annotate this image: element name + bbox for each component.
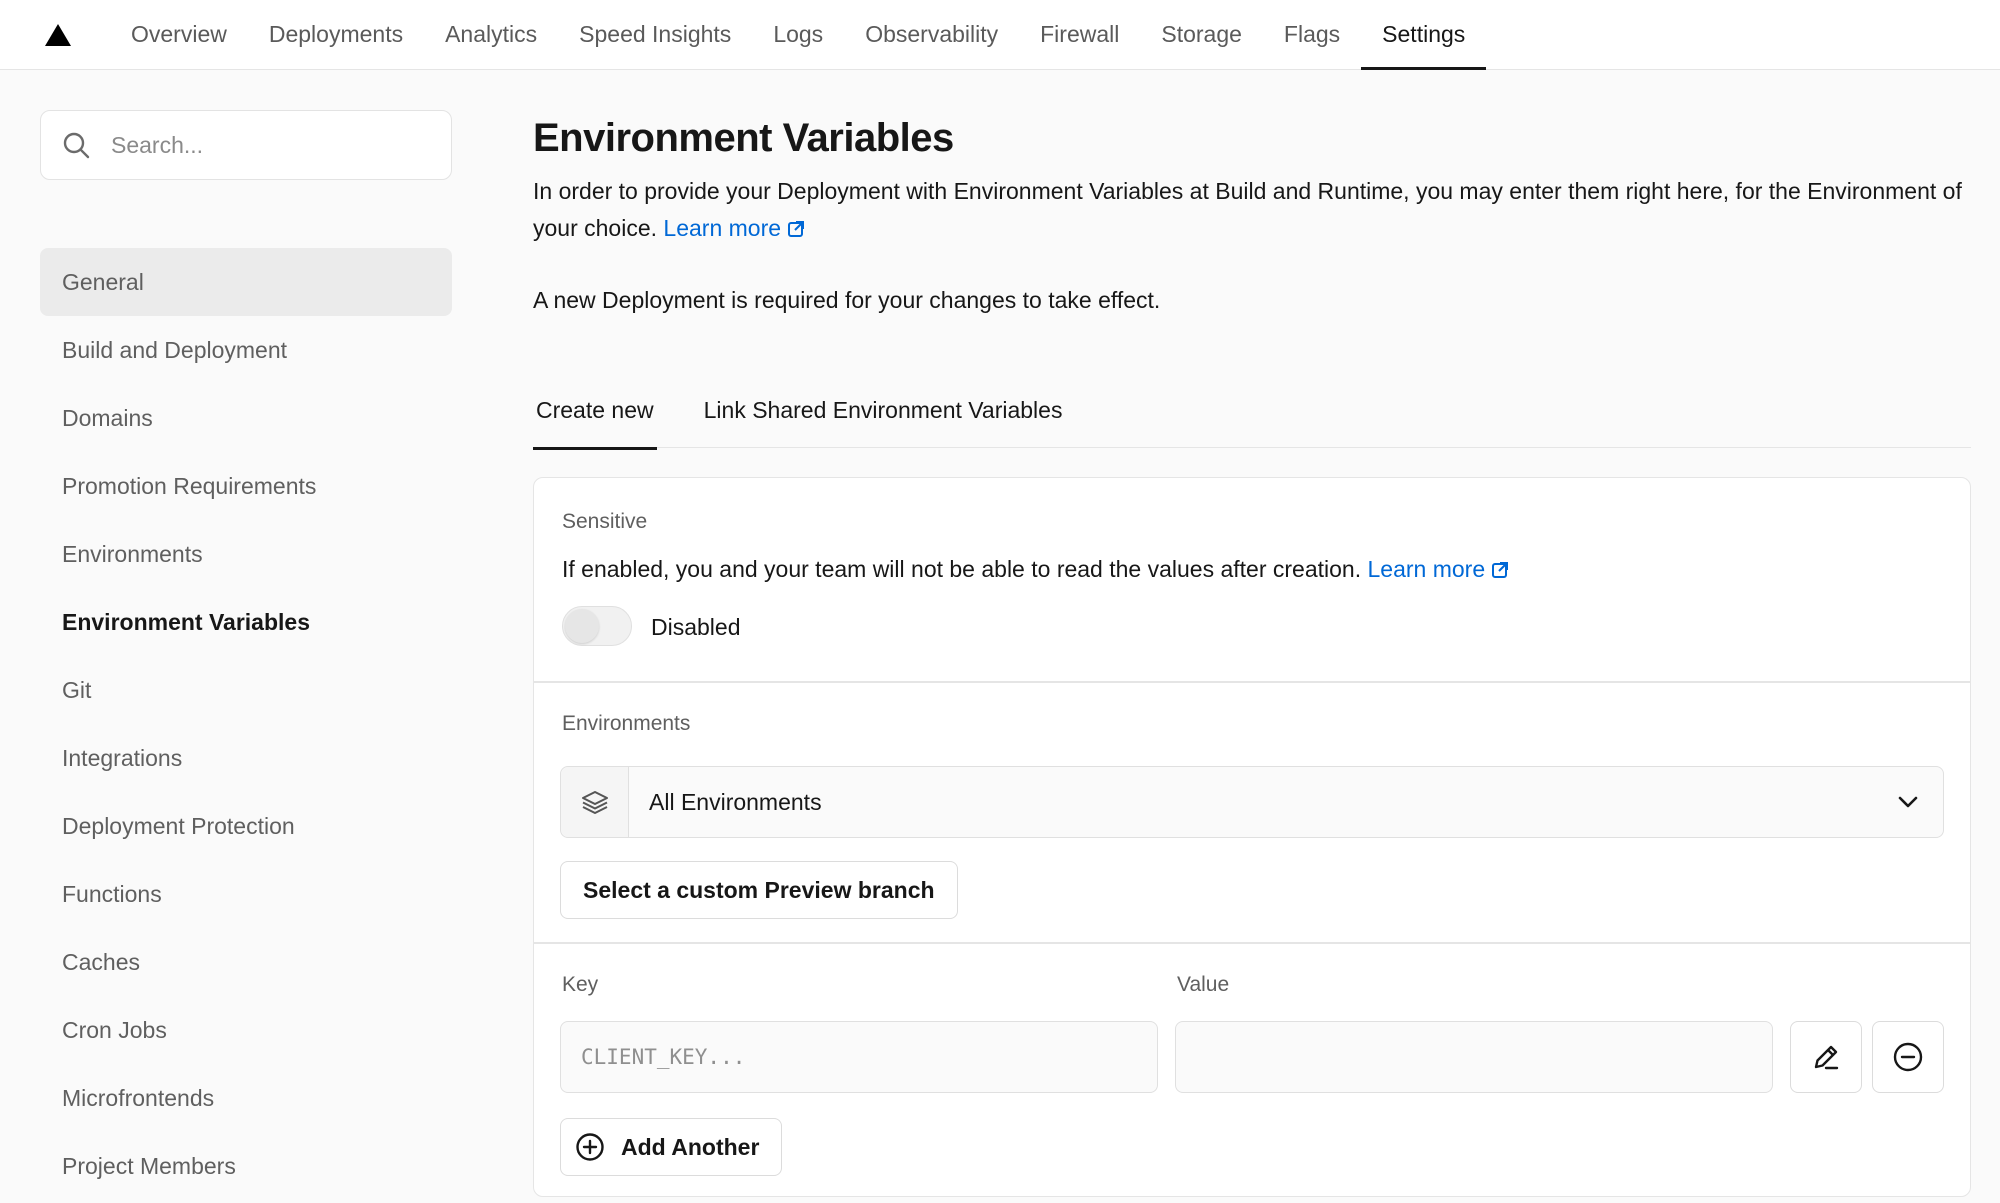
deployment-note: A new Deployment is required for your ch… <box>533 287 1161 313</box>
environments-label: Environments <box>562 712 691 735</box>
search-icon <box>63 132 90 159</box>
value-input[interactable] <box>1196 1043 1772 1071</box>
sensitive-text: If enabled, you and your team will not b… <box>562 556 1362 582</box>
sensitive-toggle-label: Disabled <box>651 614 741 640</box>
value-label: Value <box>1177 973 1230 996</box>
nav-tab-settings[interactable]: Settings <box>1361 0 1487 70</box>
create-env-var-card: Sensitive If enabled, you and your team … <box>533 477 1971 1197</box>
tab-create-new[interactable]: Create new <box>533 372 657 450</box>
add-another-label: Add Another <box>621 1133 760 1160</box>
nav-tab-flags[interactable]: Flags <box>1263 0 1361 69</box>
chevron-down-icon <box>1898 796 1918 808</box>
pencil-icon <box>1814 1045 1839 1070</box>
sensitive-learn-more-link[interactable]: Learn more <box>1368 556 1510 582</box>
sidebar-item-integrations[interactable]: Integrations <box>40 724 452 792</box>
sidebar-menu: General Build and Deployment Domains Pro… <box>40 248 452 1200</box>
environments-selected-value: All Environments <box>649 788 822 815</box>
sensitive-learn-more-label: Learn more <box>1367 556 1486 582</box>
key-value-section: Key Value CLIENT_KEY... Add Another <box>534 943 1970 1203</box>
search-input[interactable] <box>111 131 411 159</box>
sensitive-section: Sensitive If enabled, you and your team … <box>534 478 1970 681</box>
nav-tab-firewall[interactable]: Firewall <box>1019 0 1140 69</box>
sensitive-label: Sensitive <box>562 510 648 533</box>
external-link-icon <box>788 221 805 237</box>
learn-more-link[interactable]: Learn more <box>663 215 805 241</box>
sidebar-item-deployment-protection[interactable]: Deployment Protection <box>40 792 452 860</box>
search-box[interactable] <box>40 110 452 180</box>
top-navigation: Overview Deployments Analytics Speed Ins… <box>0 0 2000 70</box>
logo[interactable] <box>0 0 110 69</box>
learn-more-label: Learn more <box>663 215 782 241</box>
select-lead <box>561 767 629 837</box>
key-label: Key <box>562 973 599 996</box>
sensitive-toggle[interactable] <box>562 606 632 646</box>
page-description: In order to provide your Deployment with… <box>533 173 1973 247</box>
sensitive-description: If enabled, you and your team will not b… <box>562 556 1509 583</box>
sidebar-item-functions[interactable]: Functions <box>40 860 452 928</box>
tab-link-shared[interactable]: Link Shared Environment Variables <box>701 372 1066 448</box>
env-var-tabs: Create new Link Shared Environment Varia… <box>533 372 1971 450</box>
sidebar-item-environments[interactable]: Environments <box>40 520 452 588</box>
sidebar-item-promotion-requirements[interactable]: Promotion Requirements <box>40 452 452 520</box>
edit-button[interactable] <box>1790 1021 1862 1093</box>
page-title: Environment Variables <box>533 116 954 160</box>
sidebar-item-environment-variables[interactable]: Environment Variables <box>40 588 452 656</box>
remove-button[interactable] <box>1872 1021 1944 1093</box>
nav-tab-logs[interactable]: Logs <box>752 0 844 69</box>
external-link-icon <box>1492 562 1509 578</box>
value-field[interactable] <box>1175 1021 1773 1093</box>
minus-circle-icon <box>1893 1042 1923 1072</box>
nav-tab-storage[interactable]: Storage <box>1140 0 1263 69</box>
sidebar-item-caches[interactable]: Caches <box>40 928 452 996</box>
sidebar-item-cron-jobs[interactable]: Cron Jobs <box>40 996 452 1064</box>
custom-preview-branch-button[interactable]: Select a custom Preview branch <box>560 861 958 919</box>
nav-tab-observability[interactable]: Observability <box>844 0 1019 69</box>
environments-section: Environments All Environments Select a c… <box>534 682 1970 942</box>
nav-tab-deployments[interactable]: Deployments <box>248 0 424 69</box>
nav-tab-analytics[interactable]: Analytics <box>424 0 558 69</box>
triangle-logo-icon <box>45 23 71 46</box>
sidebar-item-microfrontends[interactable]: Microfrontends <box>40 1064 452 1132</box>
toggle-knob <box>565 609 599 643</box>
key-input[interactable] <box>581 1045 1157 1069</box>
environments-select[interactable]: All Environments <box>560 766 1944 838</box>
plus-circle-icon <box>576 1133 604 1161</box>
sidebar-item-domains[interactable]: Domains <box>40 384 452 452</box>
add-another-button[interactable]: Add Another <box>560 1118 783 1176</box>
sidebar-item-project-members[interactable]: Project Members <box>40 1132 452 1200</box>
sidebar-item-build-and-deployment[interactable]: Build and Deployment <box>40 316 452 384</box>
layers-icon <box>581 791 608 814</box>
sidebar-item-git[interactable]: Git <box>40 656 452 724</box>
nav-tab-overview[interactable]: Overview <box>110 0 248 69</box>
key-field[interactable] <box>560 1021 1158 1093</box>
nav-tab-speed-insights[interactable]: Speed Insights <box>558 0 752 69</box>
sidebar-item-general[interactable]: General <box>40 248 452 316</box>
settings-sidebar: General Build and Deployment Domains Pro… <box>40 110 452 1200</box>
